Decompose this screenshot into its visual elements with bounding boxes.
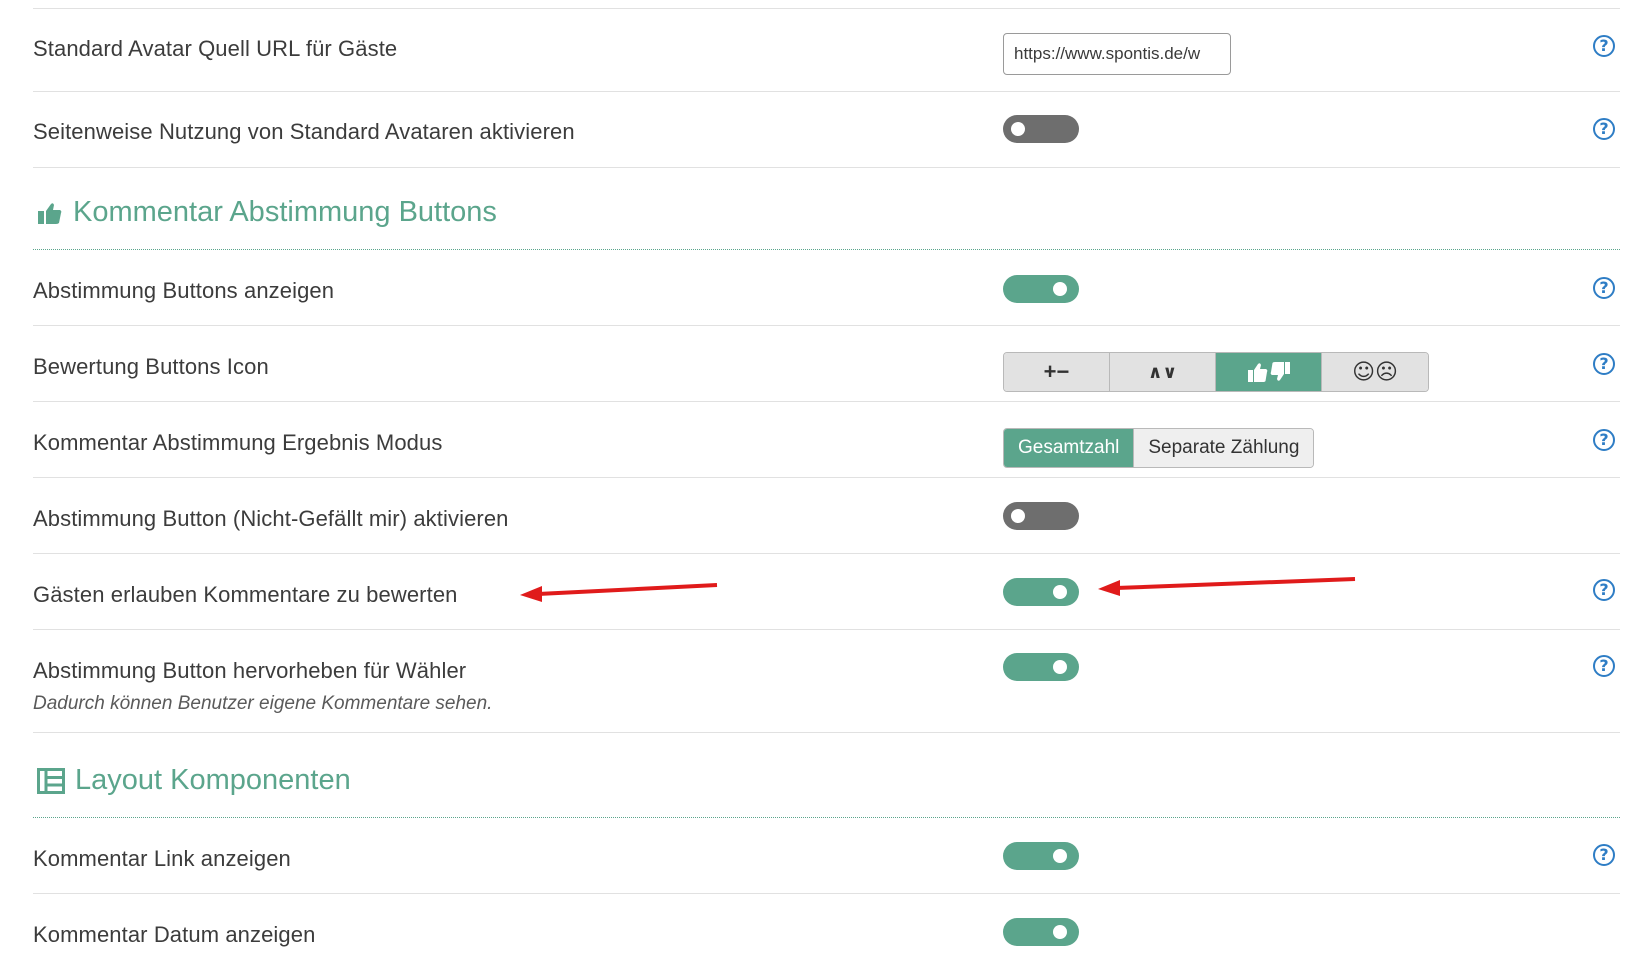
comment-date-label: Kommentar Datum anzeigen xyxy=(33,922,316,947)
avatar-url-label: Standard Avatar Quell URL für Gäste xyxy=(33,36,398,61)
toggle-knob xyxy=(1053,660,1067,674)
thumbs-up-icon xyxy=(37,201,63,225)
help-icon[interactable]: ? xyxy=(1593,844,1615,866)
section-divider xyxy=(33,817,1620,818)
avatar-url-input[interactable] xyxy=(1003,33,1231,75)
toggle-knob xyxy=(1053,849,1067,863)
result-mode-label: Kommentar Abstimmung Ergebnis Modus xyxy=(33,430,443,455)
highlight-voter-label: Abstimmung Button hervorheben für Wähler xyxy=(33,658,467,683)
separator xyxy=(33,553,1620,554)
help-icon[interactable]: ? xyxy=(1593,35,1615,57)
toggle-knob xyxy=(1053,282,1067,296)
comment-link-label: Kommentar Link anzeigen xyxy=(33,846,291,871)
toggle-knob xyxy=(1011,509,1025,523)
separator xyxy=(33,629,1620,630)
rating-icon-selector[interactable]: +− ∧∨ ☺☹ xyxy=(1003,352,1429,392)
toggle-knob xyxy=(1011,122,1025,136)
show-vote-buttons-toggle[interactable] xyxy=(1003,275,1079,303)
guest-voting-toggle[interactable] xyxy=(1003,578,1079,606)
help-icon[interactable]: ? xyxy=(1593,118,1615,140)
avatar-pages-toggle[interactable] xyxy=(1003,115,1079,143)
help-icon[interactable]: ? xyxy=(1593,277,1615,299)
dislike-button-toggle[interactable] xyxy=(1003,502,1079,530)
comment-link-toggle[interactable] xyxy=(1003,842,1079,870)
smiley-frowny-icon[interactable]: ☺☹ xyxy=(1322,353,1428,391)
dislike-button-label: Abstimmung Button (Nicht-Gefällt mir) ak… xyxy=(33,506,509,531)
separator xyxy=(33,732,1620,733)
chevron-up-down-icon[interactable]: ∧∨ xyxy=(1110,353,1216,391)
separator xyxy=(33,91,1620,92)
section-title-text: Kommentar Abstimmung Buttons xyxy=(73,196,497,228)
result-mode-selector[interactable]: Gesamtzahl Separate Zählung xyxy=(1003,428,1315,468)
layout-icon xyxy=(37,767,65,794)
result-mode-option-separate[interactable]: Separate Zählung xyxy=(1134,429,1314,467)
help-icon[interactable]: ? xyxy=(1593,579,1615,601)
toggle-knob xyxy=(1053,925,1067,939)
section-divider xyxy=(33,249,1620,250)
annotation-arrow xyxy=(1098,577,1356,596)
plus-minus-icon[interactable]: +− xyxy=(1004,353,1110,391)
avatar-pages-label: Seitenweise Nutzung von Standard Avatare… xyxy=(33,119,575,144)
toggle-knob xyxy=(1053,585,1067,599)
help-icon[interactable]: ? xyxy=(1593,429,1615,451)
annotation-arrow xyxy=(520,583,718,602)
separator xyxy=(33,8,1620,9)
section-title-text: Layout Komponenten xyxy=(75,764,351,796)
comment-date-toggle[interactable] xyxy=(1003,918,1079,946)
separator xyxy=(33,893,1620,894)
help-icon[interactable]: ? xyxy=(1593,655,1615,677)
result-mode-option-total[interactable]: Gesamtzahl xyxy=(1004,429,1135,467)
separator xyxy=(33,167,1620,168)
separator xyxy=(33,401,1620,402)
section-title-layout: Layout Komponenten xyxy=(37,764,351,797)
guest-voting-label: Gästen erlauben Kommentare zu bewerten xyxy=(33,582,458,607)
highlight-voter-description: Dadurch können Benutzer eigene Kommentar… xyxy=(33,693,493,714)
highlight-voter-toggle[interactable] xyxy=(1003,653,1079,681)
rating-icon-label: Bewertung Buttons Icon xyxy=(33,354,269,379)
show-vote-buttons-label: Abstimmung Buttons anzeigen xyxy=(33,278,335,303)
help-icon[interactable]: ? xyxy=(1593,353,1615,375)
section-title-voting: Kommentar Abstimmung Buttons xyxy=(37,196,497,229)
separator xyxy=(33,325,1620,326)
separator xyxy=(33,477,1620,478)
thumbs-up-down-icon[interactable] xyxy=(1216,353,1322,391)
